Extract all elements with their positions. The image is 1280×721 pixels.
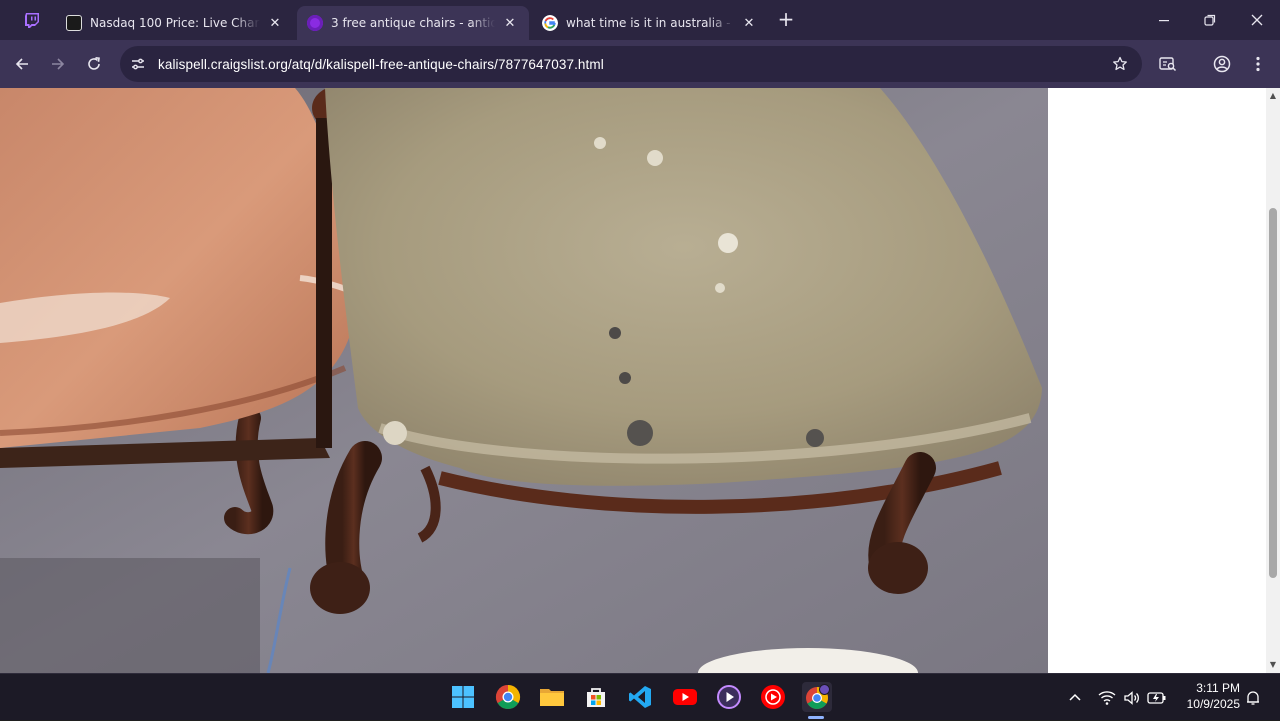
arrow-right-icon xyxy=(52,58,65,70)
battery-status[interactable] xyxy=(1147,674,1167,721)
tab-title: Nasdaq 100 Price: Live Chart, Fo xyxy=(90,16,260,30)
back-button[interactable] xyxy=(10,52,34,76)
microsoft-store-icon xyxy=(587,688,605,707)
profile-icon xyxy=(1213,55,1231,73)
scroll-down-arrow-icon[interactable]: ▼ xyxy=(1269,661,1277,669)
clock-date: 10/9/2025 xyxy=(1186,697,1240,711)
show-hidden-icons-button[interactable] xyxy=(1068,674,1082,721)
scroll-up-arrow-icon[interactable]: ▲ xyxy=(1269,92,1277,100)
listing-photo[interactable] xyxy=(0,88,1048,673)
restore-button[interactable] xyxy=(1198,8,1222,32)
volume-status[interactable] xyxy=(1123,674,1141,721)
close-tab-icon[interactable]: ✕ xyxy=(266,14,284,32)
reload-button[interactable] xyxy=(82,52,106,76)
chrome-icon xyxy=(495,685,521,710)
wifi-icon xyxy=(1098,690,1116,705)
tab-craigslist[interactable]: 3 free antique chairs - antiques ✕ xyxy=(297,6,529,40)
clock-time: 3:11 PM xyxy=(1196,681,1240,695)
minimize-icon xyxy=(1159,20,1169,22)
arrow-left-icon xyxy=(15,58,28,70)
battery-charging-icon xyxy=(1147,691,1166,704)
page-content xyxy=(0,88,1266,673)
address-bar[interactable]: kalispell.craigslist.org/atq/d/kalispell… xyxy=(120,46,1142,82)
forward-button[interactable] xyxy=(46,52,70,76)
file-explorer-icon xyxy=(540,689,564,706)
active-app-indicator xyxy=(808,716,824,719)
vscode-icon xyxy=(629,686,651,708)
site-info-icon[interactable] xyxy=(126,52,150,76)
bookmark-star-icon[interactable] xyxy=(1108,52,1132,76)
system-clock[interactable]: 3:11 PM 10/9/2025 xyxy=(1176,680,1240,712)
windows-taskbar: 3:11 PM 10/9/2025 xyxy=(0,673,1280,720)
taskbar-chrome[interactable] xyxy=(493,682,523,712)
tab-title: 3 free antique chairs - antiques xyxy=(331,16,495,30)
chrome-profile-icon xyxy=(806,684,830,709)
reload-icon xyxy=(88,57,100,70)
scrollbar-thumb[interactable] xyxy=(1269,208,1277,578)
taskbar-media-player[interactable] xyxy=(714,682,744,712)
url-text: kalispell.craigslist.org/atq/d/kalispell… xyxy=(158,56,604,72)
youtube-music-icon xyxy=(761,685,785,709)
youtube-icon xyxy=(673,689,697,705)
chevron-up-icon xyxy=(1069,693,1081,701)
craigslist-peace-icon xyxy=(307,15,323,31)
wolf-head-icon xyxy=(66,15,82,31)
notifications-button[interactable] xyxy=(1245,674,1261,721)
close-tab-icon[interactable]: ✕ xyxy=(740,14,758,32)
taskbar-youtube[interactable] xyxy=(670,682,700,712)
profile-button[interactable] xyxy=(1210,52,1234,76)
restore-icon xyxy=(1204,14,1216,26)
tab-strip: Nasdaq 100 Price: Live Chart, Fo ✕ 3 fre… xyxy=(0,0,1280,40)
new-tab-button[interactable]: + xyxy=(776,9,796,30)
wifi-status[interactable] xyxy=(1098,674,1116,721)
media-player-icon xyxy=(717,685,741,709)
more-vert-icon xyxy=(1256,56,1260,72)
pinned-tab-twitch[interactable] xyxy=(14,6,50,34)
windows-start-button[interactable] xyxy=(448,682,478,712)
close-tab-icon[interactable]: ✕ xyxy=(501,14,519,32)
tab-google[interactable]: what time is it in australia - Goo ✕ xyxy=(532,6,768,40)
menu-button[interactable] xyxy=(1246,52,1270,76)
antique-chairs-image xyxy=(0,88,1048,673)
close-icon xyxy=(1251,14,1263,26)
speaker-icon xyxy=(1124,690,1139,705)
notification-bell-icon xyxy=(1247,690,1259,705)
tab-nasdaq[interactable]: Nasdaq 100 Price: Live Chart, Fo ✕ xyxy=(56,6,294,40)
reading-mode-button[interactable] xyxy=(1156,52,1180,76)
google-g-icon xyxy=(542,15,558,31)
taskbar-file-explorer[interactable] xyxy=(537,682,567,712)
browser-toolbar: kalispell.craigslist.org/atq/d/kalispell… xyxy=(0,40,1280,88)
taskbar-youtube-music[interactable] xyxy=(758,682,788,712)
vertical-scrollbar[interactable]: ▲ ▼ xyxy=(1266,88,1280,673)
reading-mode-icon xyxy=(1159,57,1177,72)
taskbar-microsoft-store[interactable] xyxy=(581,682,611,712)
taskbar-chrome-profile[interactable] xyxy=(802,682,832,712)
close-window-button[interactable] xyxy=(1245,8,1269,32)
tab-title: what time is it in australia - Goo xyxy=(566,16,734,30)
minimize-button[interactable] xyxy=(1152,8,1176,32)
twitch-icon xyxy=(25,13,39,28)
windows-start-icon xyxy=(452,686,474,708)
taskbar-vscode[interactable] xyxy=(625,682,655,712)
